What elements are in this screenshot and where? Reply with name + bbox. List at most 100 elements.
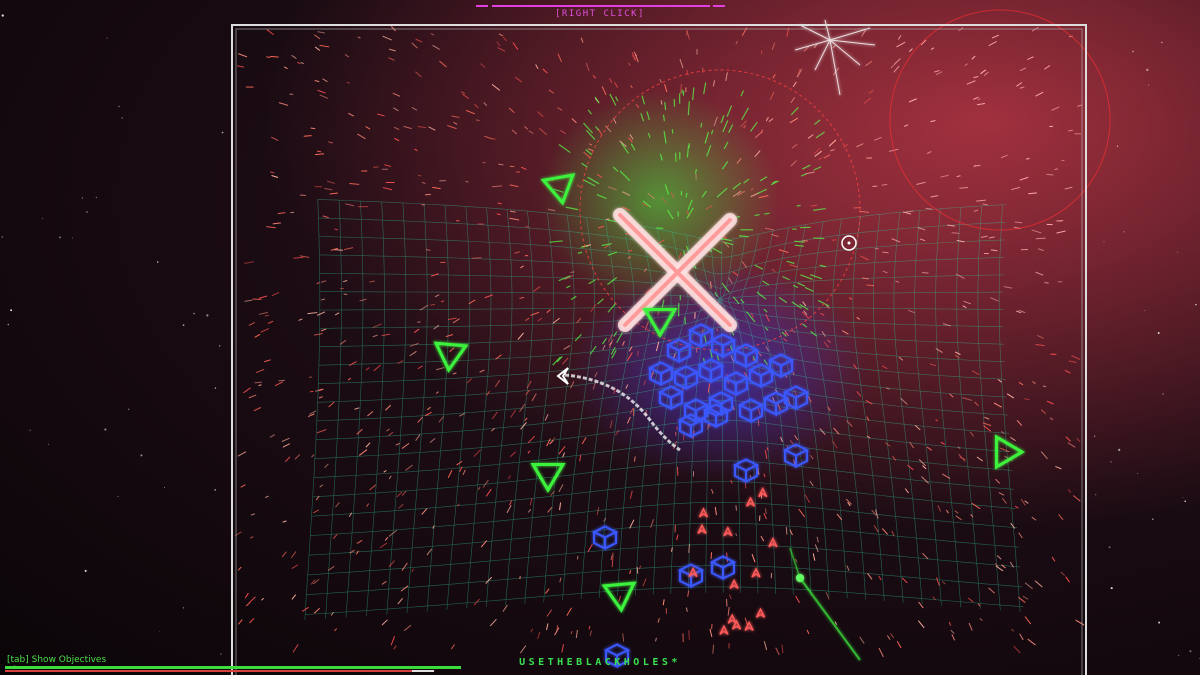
- spark: [760, 50, 763, 55]
- spark: [710, 552, 713, 559]
- star: [1146, 68, 1149, 72]
- star: [117, 495, 119, 497]
- star: [220, 653, 222, 655]
- star: [141, 454, 143, 456]
- star: [86, 211, 88, 213]
- star: [182, 607, 185, 609]
- spark: [710, 281, 712, 289]
- star: [214, 489, 217, 491]
- star: [10, 309, 13, 312]
- star: [121, 117, 123, 119]
- spark: [882, 251, 889, 254]
- spark: [660, 100, 663, 105]
- spark: [254, 381, 263, 384]
- star: [1162, 393, 1164, 395]
- spark: [707, 424, 709, 430]
- spark: [785, 526, 788, 535]
- spark: [636, 566, 639, 574]
- spark: [570, 271, 575, 273]
- star: [1094, 435, 1096, 437]
- spark: [688, 630, 690, 640]
- star: [1123, 231, 1125, 233]
- star: [1103, 241, 1105, 243]
- spark: [576, 555, 579, 560]
- star: [1189, 650, 1192, 653]
- star: [106, 37, 108, 39]
- green-spark: [677, 211, 680, 217]
- star: [1177, 654, 1180, 657]
- energy-bar: [5, 670, 435, 672]
- green-spark: [813, 237, 825, 240]
- top-hint-bar: [RIGHT CLICK]: [0, 0, 1200, 22]
- spark: [472, 257, 482, 259]
- star: [95, 196, 98, 199]
- star: [221, 131, 224, 134]
- star: [1184, 500, 1187, 503]
- energy-bar-fill: [5, 670, 414, 672]
- star: [47, 443, 49, 445]
- star: [128, 408, 130, 410]
- star: [1147, 84, 1150, 86]
- star: [1, 236, 4, 238]
- spark: [303, 135, 312, 137]
- show-objectives-hint[interactable]: [tab] Show Objectives: [7, 655, 106, 665]
- spark: [1035, 237, 1046, 240]
- star: [1177, 251, 1179, 253]
- star: [1143, 310, 1145, 311]
- spark: [1054, 168, 1058, 170]
- spark: [866, 284, 875, 287]
- green-spark: [674, 152, 677, 162]
- green-spark: [656, 227, 664, 230]
- star: [1095, 494, 1097, 496]
- star: [1158, 621, 1161, 624]
- star: [59, 236, 61, 239]
- star: [81, 197, 83, 199]
- star: [41, 217, 43, 219]
- star: [84, 569, 87, 572]
- game-scene[interactable]: [0, 0, 1200, 675]
- spark: [333, 249, 343, 251]
- spark: [1055, 219, 1064, 222]
- spark: [1044, 282, 1049, 284]
- hint-line-left: [476, 5, 488, 7]
- star: [1195, 303, 1197, 306]
- spark: [611, 557, 614, 568]
- star: [7, 323, 10, 326]
- spark: [922, 272, 929, 274]
- star: [218, 345, 221, 347]
- star: [159, 631, 161, 632]
- star: [29, 429, 31, 431]
- spark: [637, 350, 639, 357]
- star: [1118, 448, 1121, 451]
- star: [1108, 546, 1111, 549]
- star: [214, 387, 217, 389]
- right-click-hint: [RIGHT CLICK]: [555, 9, 645, 19]
- spark: [497, 202, 502, 205]
- energy-bar-cap: [412, 670, 434, 672]
- spark: [316, 150, 322, 153]
- spark: [310, 127, 316, 130]
- spark: [425, 193, 431, 196]
- star: [1116, 145, 1119, 147]
- health-bar-fill: [5, 666, 461, 669]
- spark: [264, 314, 270, 317]
- star: [157, 261, 159, 263]
- spark: [1025, 157, 1030, 160]
- star: [1151, 518, 1154, 521]
- star: [1110, 461, 1112, 463]
- spark: [525, 226, 529, 228]
- star: [1161, 41, 1163, 44]
- spark: [299, 194, 306, 196]
- star: [1110, 587, 1113, 590]
- hint-line-right: [713, 5, 725, 7]
- green-spark: [688, 143, 690, 149]
- star: [118, 105, 120, 108]
- star: [163, 486, 166, 488]
- hint-line-main: [492, 5, 710, 7]
- spark: [346, 81, 350, 84]
- spark: [519, 575, 521, 580]
- spark: [1046, 173, 1054, 176]
- star: [206, 314, 209, 317]
- star: [1182, 497, 1184, 498]
- spark: [308, 376, 313, 378]
